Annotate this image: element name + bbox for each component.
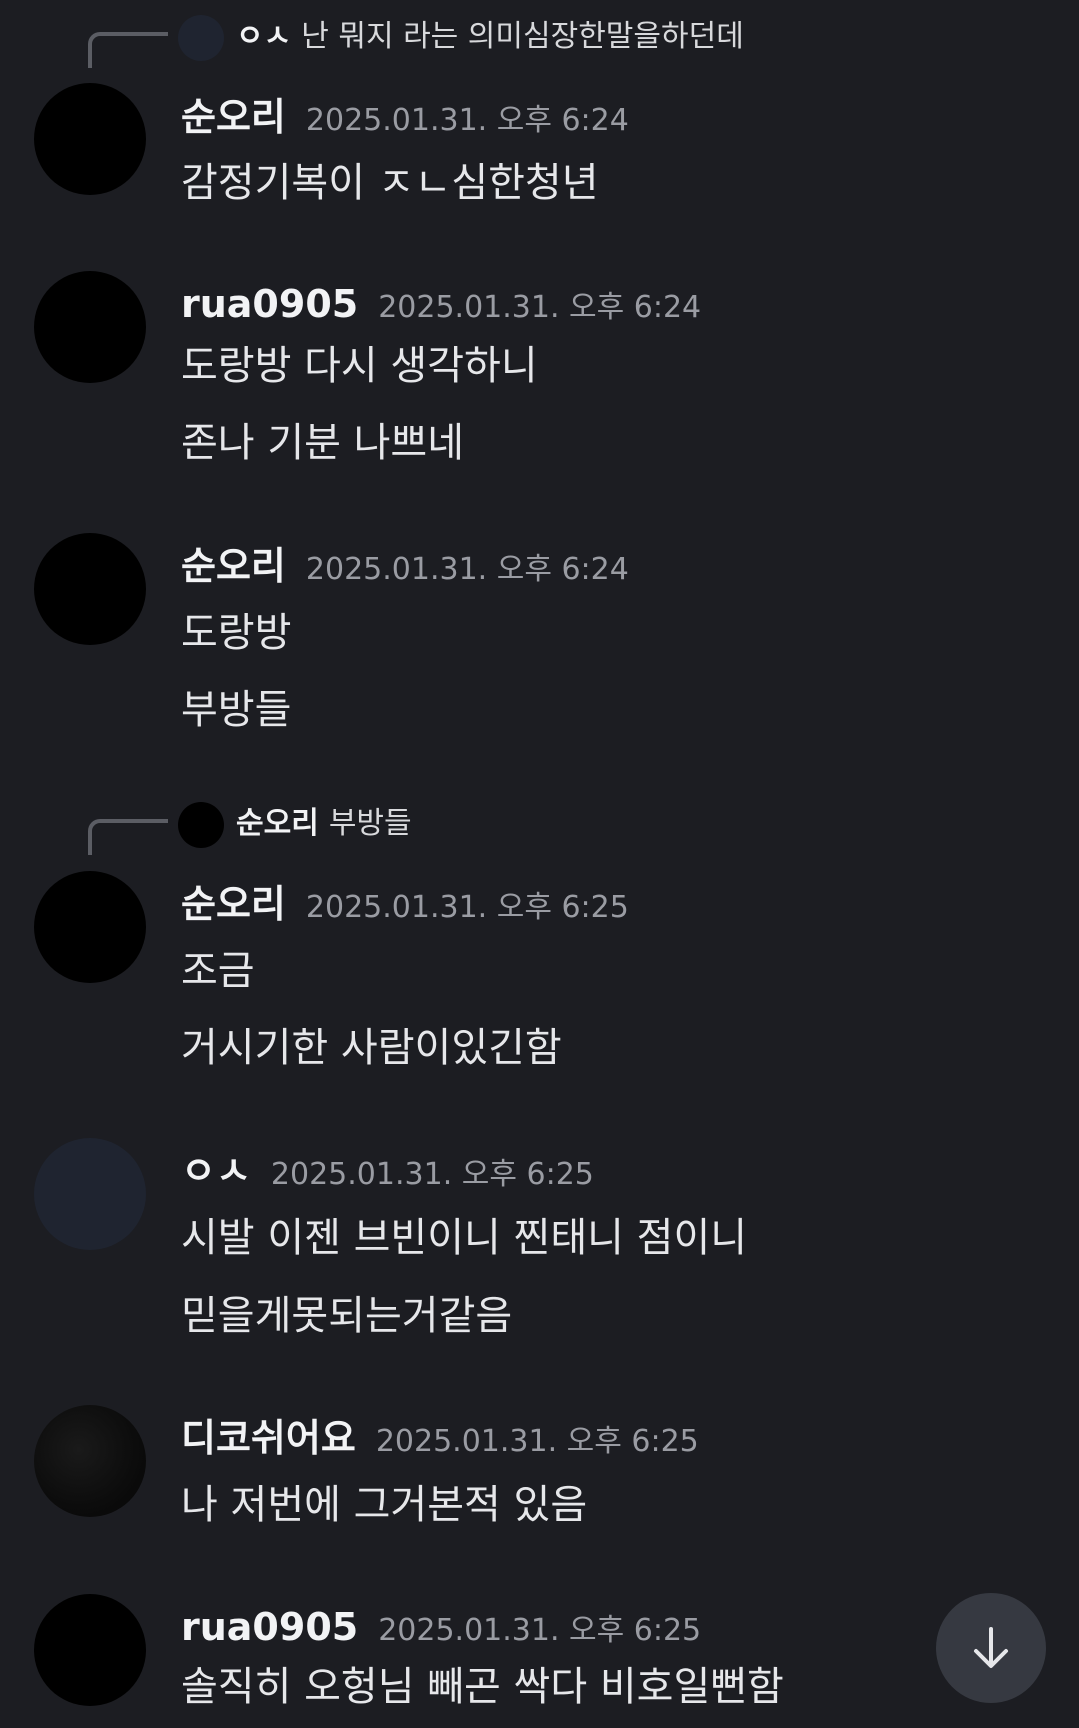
message-timestamp: 2025.01.31. 오후 6:25 [375, 1424, 699, 1459]
reply-preview[interactable]: 순오리 부방들 [236, 809, 412, 839]
reply-content: 부방들 [328, 806, 412, 841]
message-author[interactable]: rua0905 2025.01.31. 오후 6:24 [181, 285, 701, 323]
avatar[interactable] [34, 1138, 146, 1250]
message-text: 존나 기분 나쁘네 [181, 420, 465, 466]
message-text: 시발 이젠 브빈이니 찐태니 점이니 [181, 1215, 748, 1261]
message-author[interactable]: ㅇㅅ 2025.01.31. 오후 6:25 [181, 1152, 594, 1190]
avatar[interactable] [34, 271, 146, 383]
arrow-down-icon [974, 1627, 1008, 1668]
reply-content: 난 뭐지 라는 의미심장한말을하던데 [301, 19, 744, 54]
message-text: 거시기한 사람이있긴함 [181, 1025, 562, 1071]
message-text: 부방들 [181, 687, 292, 733]
message-timestamp: 2025.01.31. 오후 6:24 [378, 290, 702, 325]
message-timestamp: 2025.01.31. 오후 6:24 [305, 103, 629, 138]
avatar[interactable] [34, 1405, 146, 1517]
message-author[interactable]: rua0905 2025.01.31. 오후 6:25 [181, 1608, 701, 1646]
message-text: 감정기복이 ㅈㄴ심한청년 [181, 160, 599, 206]
reply-preview[interactable]: ㅇㅅ 난 뭐지 라는 의미심장한말을하던데 [236, 22, 744, 52]
message-text: 조금 [181, 948, 255, 994]
reply-author: ㅇㅅ [236, 19, 292, 54]
avatar[interactable] [34, 533, 146, 645]
message-author[interactable]: 디코쉬어요 2025.01.31. 오후 6:25 [181, 1419, 699, 1457]
message-timestamp: 2025.01.31. 오후 6:25 [378, 1613, 702, 1648]
message-author[interactable]: 순오리 2025.01.31. 오후 6:24 [181, 98, 629, 136]
reply-connector [88, 819, 168, 855]
message-author[interactable]: 순오리 2025.01.31. 오후 6:25 [181, 885, 629, 923]
message-text: 도랑방 다시 생각하니 [181, 343, 538, 389]
message-text: 믿을게못되는거같음 [181, 1293, 513, 1339]
avatar[interactable] [34, 1594, 146, 1706]
message-text: 나 저번에 그거본적 있음 [181, 1482, 588, 1528]
message-text: 도랑방 [181, 610, 292, 656]
scroll-to-bottom-button[interactable] [936, 1593, 1046, 1703]
message-timestamp: 2025.01.31. 오후 6:25 [305, 890, 629, 925]
reply-connector [88, 32, 168, 68]
message-author[interactable]: 순오리 2025.01.31. 오후 6:24 [181, 547, 629, 585]
reply-avatar [178, 15, 224, 61]
message-timestamp: 2025.01.31. 오후 6:25 [270, 1157, 594, 1192]
message-text: 솔직히 오헝님 빼곤 싹다 비호일뻔함 [181, 1664, 784, 1710]
reply-author: 순오리 [236, 806, 319, 841]
reply-avatar [178, 802, 224, 848]
avatar[interactable] [34, 83, 146, 195]
avatar[interactable] [34, 871, 146, 983]
message-timestamp: 2025.01.31. 오후 6:24 [305, 552, 629, 587]
